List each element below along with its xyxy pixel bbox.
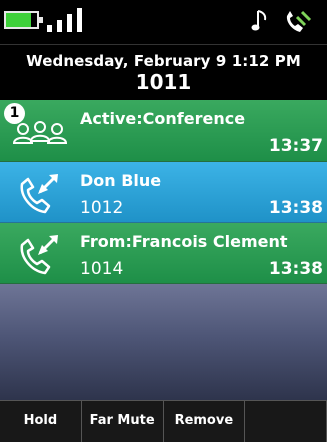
battery-icon bbox=[4, 11, 43, 29]
call-name: Active:Conference bbox=[80, 109, 246, 128]
date-time-label: Wednesday, February 9 1:12 PM bbox=[26, 52, 301, 70]
signal-bar bbox=[57, 20, 62, 32]
battery-fill bbox=[6, 13, 31, 27]
call-duration: 13:37 bbox=[268, 136, 323, 156]
call-row-don-blue[interactable]: Don Blue 1012 13:38 bbox=[0, 162, 327, 223]
call-name: From:Francois Clement bbox=[80, 232, 288, 251]
extension-label: 1011 bbox=[135, 70, 192, 94]
status-bar bbox=[0, 0, 327, 44]
signal-icon bbox=[47, 8, 89, 32]
call-duration: 13:38 bbox=[268, 198, 323, 218]
phone-screen: Wednesday, February 9 1:12 PM 1011 1 Act… bbox=[0, 0, 327, 442]
empty-softkey[interactable] bbox=[245, 401, 327, 442]
remove-softkey[interactable]: Remove bbox=[163, 401, 246, 442]
ringtone-note-icon bbox=[251, 10, 267, 31]
call-number: 1014 bbox=[80, 259, 124, 279]
far-mute-softkey[interactable]: Far Mute bbox=[81, 401, 164, 442]
signal-bar bbox=[47, 25, 52, 32]
battery-nub bbox=[39, 17, 43, 23]
conference-count-badge: 1 bbox=[4, 103, 25, 124]
softkey-bar: Hold Far Mute Remove bbox=[0, 400, 327, 442]
call-row-conference[interactable]: 1 Active:Conference 13:37 bbox=[0, 100, 327, 162]
hold-softkey[interactable]: Hold bbox=[0, 401, 82, 442]
signal-bar bbox=[67, 14, 72, 32]
signal-bar bbox=[77, 8, 82, 32]
empty-call-area bbox=[0, 284, 327, 400]
call-row-francois-clement[interactable]: From:Francois Clement 1014 13:38 bbox=[0, 223, 327, 284]
call-duration: 13:38 bbox=[268, 259, 323, 279]
call-number: 1012 bbox=[80, 198, 124, 218]
call-handset-icon bbox=[20, 235, 58, 275]
call-name: Don Blue bbox=[80, 171, 162, 190]
date-extension-header: Wednesday, February 9 1:12 PM 1011 bbox=[0, 44, 327, 101]
handset-status-icon bbox=[286, 10, 312, 32]
call-handset-icon bbox=[20, 174, 58, 214]
